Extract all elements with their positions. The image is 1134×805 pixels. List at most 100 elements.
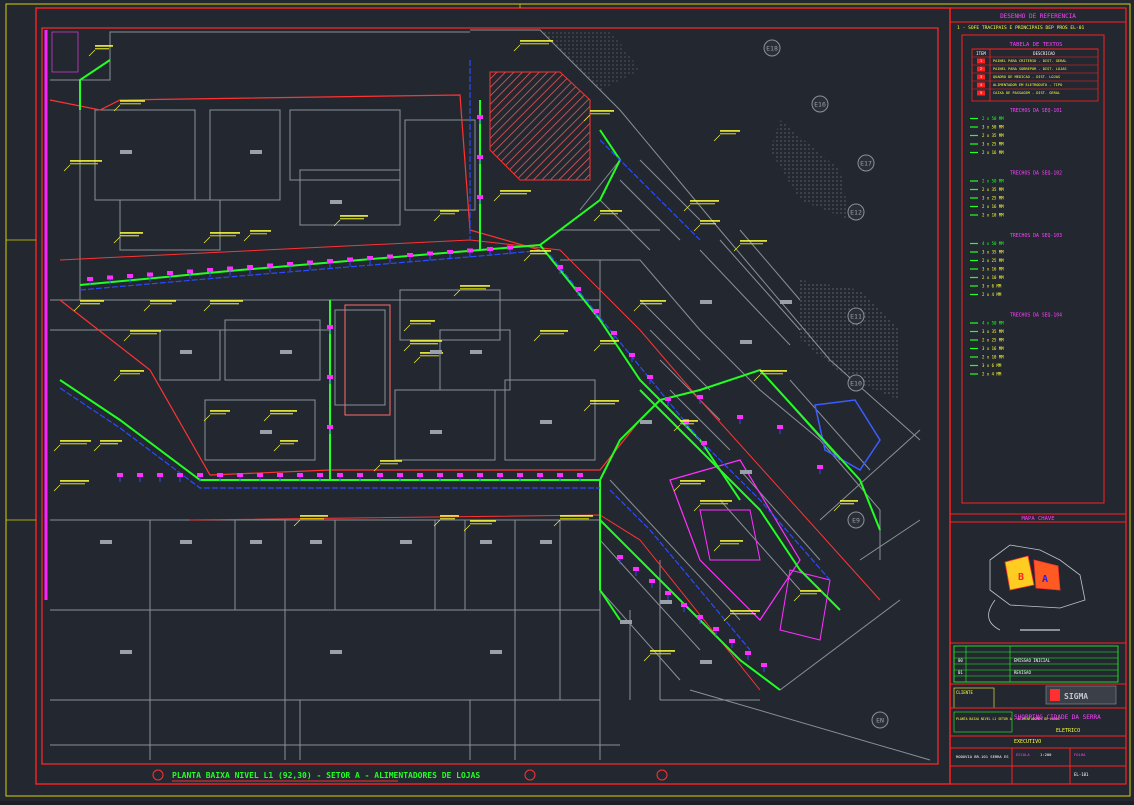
legend-section-title: TRECHOS DA SEQ-103 — [1010, 233, 1062, 239]
reference-header: DESENHO DE REFERENCIA — [1000, 13, 1076, 20]
callout-mark — [210, 410, 230, 412]
address: RODOVIA BR-101 SERRA ES — [956, 754, 1009, 759]
landscape-dotted-area — [770, 120, 850, 220]
callout-mark — [680, 420, 698, 422]
tap-marker — [729, 639, 735, 643]
room-tag — [250, 540, 262, 544]
tap-marker — [267, 263, 273, 268]
legend-line-text: 2 x 50 MM — [982, 116, 1004, 121]
room-tag — [260, 430, 272, 434]
legend-line-text: 3 x 50 MM — [982, 125, 1004, 130]
callout-mark — [590, 113, 610, 115]
callout-mark — [590, 400, 619, 402]
tap-marker — [247, 265, 253, 269]
callout-leader — [583, 404, 591, 412]
tap-marker — [377, 473, 383, 477]
legend-line-text: 2 x 16 MM — [982, 204, 1004, 209]
tap-marker — [347, 257, 353, 262]
callout-leader — [88, 49, 96, 57]
key-map-title: MAPA CHAVE — [1021, 516, 1054, 522]
tap-marker — [437, 473, 443, 477]
rev-1: 01 — [958, 670, 963, 675]
company-logo: SIGMA — [1064, 692, 1088, 701]
legend-line-text: 4 x 50 MM — [982, 321, 1004, 326]
red-outline — [189, 514, 761, 691]
callout-mark — [410, 340, 442, 342]
callout-mark — [210, 232, 240, 234]
callout-mark — [380, 463, 398, 465]
tap-marker — [317, 473, 323, 477]
legend-line-text: 3 x 35 MM — [982, 329, 1004, 334]
callout-mark — [420, 355, 439, 357]
room-tag — [330, 650, 342, 654]
callout-mark — [590, 403, 615, 405]
legend-desc: QUADRO DE MEDICAO - DIST. LOJAS — [993, 75, 1060, 79]
legend-line-text: 2 x 10 MM — [982, 275, 1004, 280]
legend-line-text: 3 x 16 MM — [982, 346, 1004, 351]
callout-mark — [560, 515, 593, 517]
legend-line-text: 2 x 10 MM — [982, 355, 1004, 360]
callout-mark — [530, 250, 551, 252]
callout-leader — [293, 519, 301, 527]
tap-marker — [217, 473, 223, 477]
grid-bubble-label: E10 — [850, 380, 862, 388]
legend-col-desc: DESCRICAO — [1033, 51, 1055, 56]
room-tag — [700, 660, 712, 664]
zone-a-label: A — [1042, 574, 1048, 585]
callout-mark — [700, 500, 732, 502]
callout-leader — [403, 344, 411, 352]
callout-mark — [150, 300, 176, 302]
callout-leader — [553, 519, 561, 527]
callout-mark — [270, 410, 297, 412]
tap-marker — [737, 415, 743, 419]
legend-line-text: 3 x 25 MM — [982, 142, 1004, 147]
tap-marker — [187, 269, 193, 274]
feeder-tap-markers — [87, 115, 823, 672]
tap-marker — [537, 473, 543, 477]
red-hatched-zone — [489, 71, 591, 181]
tap-marker — [507, 245, 513, 250]
room-tag — [780, 300, 792, 304]
section-marker — [656, 769, 668, 781]
grid-bubble-label: EN — [876, 717, 884, 725]
tap-marker — [207, 268, 213, 272]
tap-marker — [817, 465, 823, 469]
callout-mark — [650, 653, 671, 655]
callout-mark — [120, 370, 144, 372]
callout-mark — [300, 518, 324, 520]
callout-mark — [410, 343, 438, 345]
callout-mark — [680, 483, 701, 485]
legend-desc: PAINEL PARA CRITERIO - DIST. GERAL — [993, 59, 1067, 63]
callout-leader — [93, 444, 101, 452]
callout-leader — [693, 224, 701, 232]
tap-marker — [611, 331, 617, 335]
callout-leader — [433, 214, 441, 222]
tap-marker — [745, 651, 751, 655]
callout-mark — [600, 213, 618, 215]
legend-line-text: 2 x 25 MM — [982, 258, 1004, 263]
callout-leader — [793, 594, 801, 602]
callout-mark — [150, 303, 172, 305]
tap-marker — [477, 155, 483, 159]
legend-sections: TRECHOS DA SEQ-101 2 x 50 MM 3 x 50 MM 2 x … — [970, 108, 1062, 377]
room-tag — [660, 600, 672, 604]
callout-mark — [440, 515, 459, 517]
tap-marker — [327, 259, 333, 263]
callout-mark — [460, 288, 486, 290]
tap-marker — [327, 375, 333, 379]
grid-bubble-label: E12 — [850, 209, 862, 217]
red-outline — [49, 94, 541, 251]
tap-marker — [497, 473, 503, 477]
callout-mark — [500, 190, 531, 192]
callout-mark — [300, 515, 328, 517]
legend-item: 3 — [980, 74, 982, 79]
tap-marker — [137, 473, 143, 477]
callout-mark — [740, 240, 767, 242]
legend-line-text: 2 x 50 MM — [982, 179, 1004, 184]
tap-marker — [227, 266, 233, 271]
callout-mark — [210, 413, 226, 415]
blue-feeders — [59, 60, 831, 651]
callout-mark — [760, 370, 787, 372]
callout-mark — [720, 133, 736, 135]
callout-leader — [273, 444, 281, 452]
